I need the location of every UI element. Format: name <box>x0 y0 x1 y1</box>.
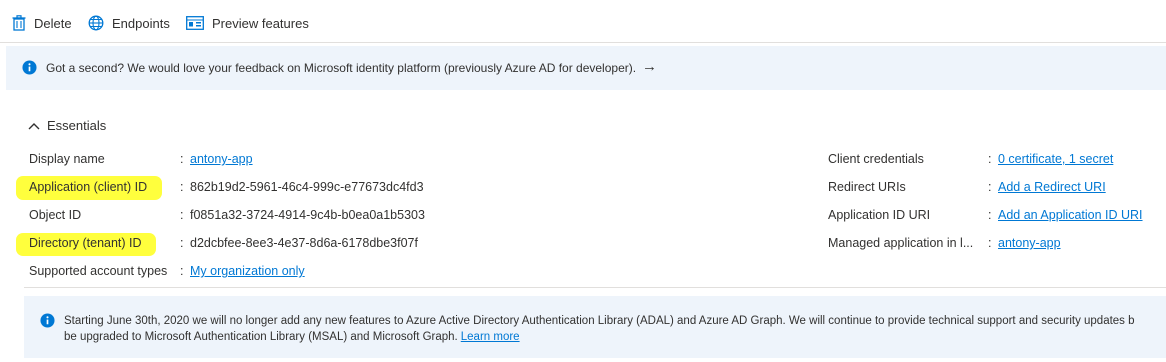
feedback-text: Got a second? We would love your feedbac… <box>46 61 637 75</box>
client-credentials-link[interactable]: 0 certificate, 1 secret <box>998 152 1113 166</box>
client-credentials-label: Client credentials <box>828 152 924 166</box>
display-name-link[interactable]: antony-app <box>190 152 253 166</box>
separator: : <box>180 236 184 250</box>
separator: : <box>180 180 184 194</box>
essentials-title: Essentials <box>47 118 107 133</box>
redirect-uris-label: Redirect URIs <box>828 180 906 194</box>
separator: : <box>988 208 992 222</box>
supported-account-types-label: Supported account types <box>29 264 168 278</box>
endpoints-button[interactable]: Endpoints <box>88 12 170 34</box>
essentials-toggle[interactable]: Essentials <box>28 118 106 133</box>
separator: : <box>988 180 992 194</box>
learn-more-link[interactable]: Learn more <box>461 331 520 343</box>
object-id-value: f0851a32-3724-4914-9c4b-b0ea0a1b5303 <box>190 208 425 222</box>
managed-application-label: Managed application in l... <box>828 236 974 250</box>
supported-account-types-link[interactable]: My organization only <box>190 264 305 278</box>
preview-features-icon <box>186 16 204 30</box>
separator: : <box>180 208 184 222</box>
arrow-right-icon[interactable]: → <box>642 58 657 75</box>
command-bar: Delete Endpoints Preview features <box>0 0 1166 43</box>
application-client-id-label: Application (client) ID <box>29 180 148 194</box>
preview-features-label: Preview features <box>212 15 309 31</box>
globe-icon <box>88 15 104 31</box>
managed-application-link[interactable]: antony-app <box>998 236 1061 250</box>
chevron-up-icon <box>28 122 40 129</box>
adal-banner-line1: Starting June 30th, 2020 we will no long… <box>64 315 1135 327</box>
delete-button[interactable]: Delete <box>12 12 72 34</box>
info-icon <box>40 313 55 328</box>
divider <box>24 287 1166 288</box>
add-redirect-uri-link[interactable]: Add a Redirect URI <box>998 180 1106 194</box>
delete-label: Delete <box>34 15 72 31</box>
endpoints-label: Endpoints <box>112 15 170 31</box>
separator: : <box>180 152 184 166</box>
add-application-id-uri-link[interactable]: Add an Application ID URI <box>998 208 1143 222</box>
adal-banner-line2: be upgraded to Microsoft Authentication … <box>64 331 458 343</box>
separator: : <box>988 152 992 166</box>
application-id-uri-label: Application ID URI <box>828 208 931 222</box>
info-icon <box>22 60 37 75</box>
preview-features-button[interactable]: Preview features <box>186 12 309 34</box>
trash-icon <box>12 15 26 31</box>
directory-tenant-id-label: Directory (tenant) ID <box>29 236 142 250</box>
separator: : <box>180 264 184 278</box>
application-client-id-value: 862b19d2-5961-46c4-999c-e77673dc4fd3 <box>190 180 424 194</box>
object-id-label: Object ID <box>29 208 82 222</box>
display-name-label: Display name <box>29 152 105 166</box>
directory-tenant-id-value: d2dcbfee-8ee3-4e37-8d6a-6178dbe3f07f <box>190 236 418 250</box>
adal-deprecation-banner: Starting June 30th, 2020 we will no long… <box>24 296 1166 358</box>
adal-banner-text: Starting June 30th, 2020 we will no long… <box>64 313 1166 345</box>
separator: : <box>988 236 992 250</box>
feedback-banner[interactable]: Got a second? We would love your feedbac… <box>6 46 1166 90</box>
